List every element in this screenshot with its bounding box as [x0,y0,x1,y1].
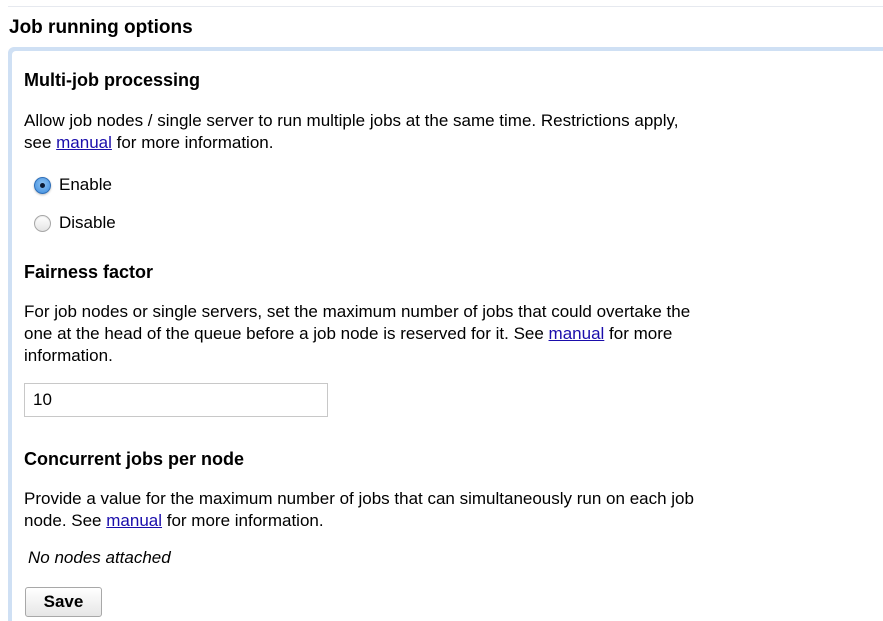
concurrent-heading: Concurrent jobs per node [24,449,245,469]
fairness-manual-link[interactable]: manual [549,324,605,343]
multi-job-description: Allow job nodes / single server to run m… [24,110,678,154]
fairness-desc-line2: one at the head of the queue before a jo… [24,323,690,345]
multi-job-heading: Multi-job processing [24,70,201,90]
concurrent-desc-line2-after: for more information. [162,511,324,530]
fairness-description: For job nodes or single servers, set the… [24,301,690,367]
top-divider [8,6,883,7]
radio-enable-option[interactable]: Enable [34,175,112,195]
concurrent-description: Provide a value for the maximum number o… [24,488,694,532]
fairness-desc-line2-before: one at the head of the queue before a jo… [24,324,549,343]
section-title: Job running options [9,17,193,38]
concurrent-desc-line2-before: node. See [24,511,107,530]
radio-disable-label: Disable [59,213,116,232]
multi-job-desc-see: see [24,133,57,152]
concurrent-desc-line1: Provide a value for the maximum number o… [24,489,694,508]
fairness-desc-line1: For job nodes or single servers, set the… [24,302,691,321]
concurrent-desc-line2: node. See manual for more information. [24,510,694,532]
radio-enable-label: Enable [59,175,112,194]
fairness-desc-line2-after: for more [604,324,673,343]
radio-enable[interactable] [34,176,51,194]
multi-job-desc-after: for more information. [111,133,274,152]
multi-job-desc-line2: see manual for more information. [24,132,678,154]
multi-job-manual-link[interactable]: manual [56,133,112,152]
fairness-heading: Fairness factor [24,262,154,282]
job-options-panel: Multi-job processing Allow job nodes / s… [8,47,883,621]
concurrent-manual-link[interactable]: manual [106,511,162,530]
job-options-panel-body: Multi-job processing Allow job nodes / s… [12,51,883,621]
multi-job-desc-line1: Allow job nodes / single server to run m… [24,111,679,130]
radio-disable-option[interactable]: Disable [34,213,116,233]
save-button[interactable]: Save [25,587,102,617]
fairness-desc-line3: information. [24,346,113,365]
radio-disable[interactable] [34,214,51,232]
fairness-factor-input[interactable] [24,383,328,417]
no-nodes-status: No nodes attached [28,548,171,567]
